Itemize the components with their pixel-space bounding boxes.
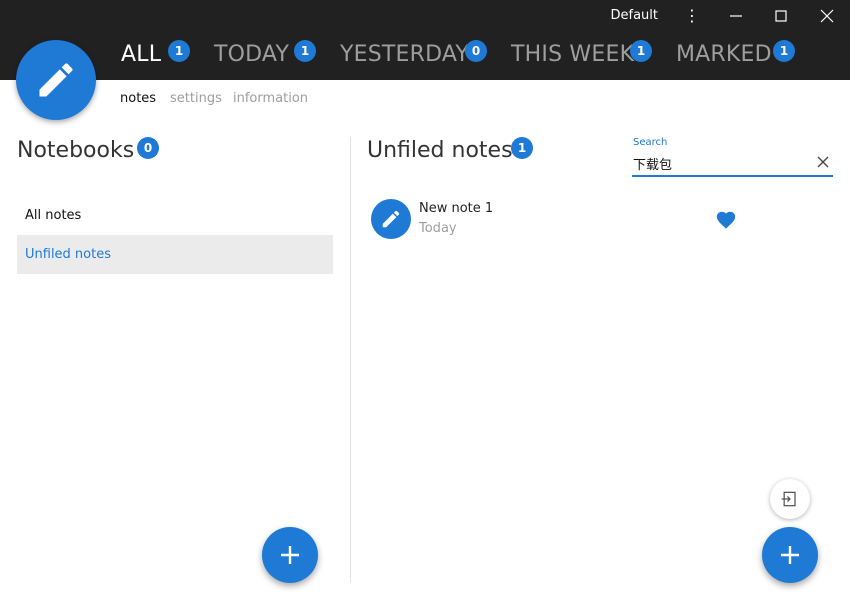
notebook-item-all-notes[interactable]: All notes: [17, 196, 333, 235]
tab-label: YESTERDAY: [340, 42, 470, 67]
import-note-button[interactable]: [770, 479, 810, 519]
notebooks-title: Notebooks: [17, 138, 135, 163]
notebook-item-label: Unfiled notes: [25, 247, 111, 262]
pencil-icon: [382, 210, 400, 228]
maximize-icon[interactable]: [769, 4, 793, 28]
tab-label: ALL: [121, 42, 162, 67]
plus-icon: [781, 546, 799, 564]
profile-label[interactable]: Default: [611, 8, 659, 23]
notes-panel-title: Unfiled notes: [367, 138, 513, 163]
tab-label: TODAY: [214, 42, 290, 67]
tab-label: THIS WEEK: [511, 42, 635, 67]
notes-count-badge: 1: [511, 137, 533, 159]
subtab-information[interactable]: information: [233, 91, 308, 106]
pencil-icon: [39, 63, 73, 97]
notebooks-count-badge: 0: [137, 137, 159, 159]
tab-yesterday-count-badge: 0: [465, 40, 487, 62]
search-underline: [632, 175, 833, 177]
close-icon[interactable]: [815, 4, 839, 28]
subtab-settings[interactable]: settings: [170, 91, 222, 106]
tab-today-count-badge: 1: [294, 40, 316, 62]
tab-all-count-badge: 1: [168, 40, 190, 62]
tab-marked-count-badge: 1: [773, 40, 795, 62]
tab-today[interactable]: TODAY: [214, 42, 289, 67]
heart-icon[interactable]: [715, 209, 737, 231]
app-logo: [16, 40, 96, 120]
minimize-icon[interactable]: [724, 4, 748, 28]
notebook-item-unfiled-notes[interactable]: Unfiled notes: [17, 235, 333, 274]
add-note-button[interactable]: [762, 527, 818, 583]
search-input[interactable]: [633, 151, 811, 175]
tab-all[interactable]: ALL: [121, 42, 161, 67]
tab-yesterday[interactable]: YESTERDAY: [340, 42, 469, 67]
subtab-notes[interactable]: notes: [120, 91, 156, 106]
more-menu-icon[interactable]: ⋮: [684, 6, 700, 26]
notebook-item-label: All notes: [25, 208, 82, 223]
plus-icon: [281, 546, 299, 564]
panel-divider: [350, 137, 351, 582]
import-icon: [781, 491, 796, 507]
tab-this-week[interactable]: THIS WEEK: [511, 42, 634, 67]
add-notebook-button[interactable]: [262, 527, 318, 583]
note-item-icon[interactable]: [371, 199, 411, 239]
tab-label: MARKED: [676, 42, 772, 67]
note-item-title[interactable]: New note 1: [419, 201, 493, 216]
tab-marked[interactable]: MARKED: [676, 42, 772, 67]
note-item-date: Today: [419, 221, 457, 236]
search-label: Search: [633, 137, 668, 148]
tab-this-week-count-badge: 1: [630, 40, 652, 62]
top-bar: Default ⋮ ALL 1 TODAY 1 YESTERDAY 0 THIS…: [0, 0, 850, 80]
clear-search-icon[interactable]: [815, 154, 831, 170]
